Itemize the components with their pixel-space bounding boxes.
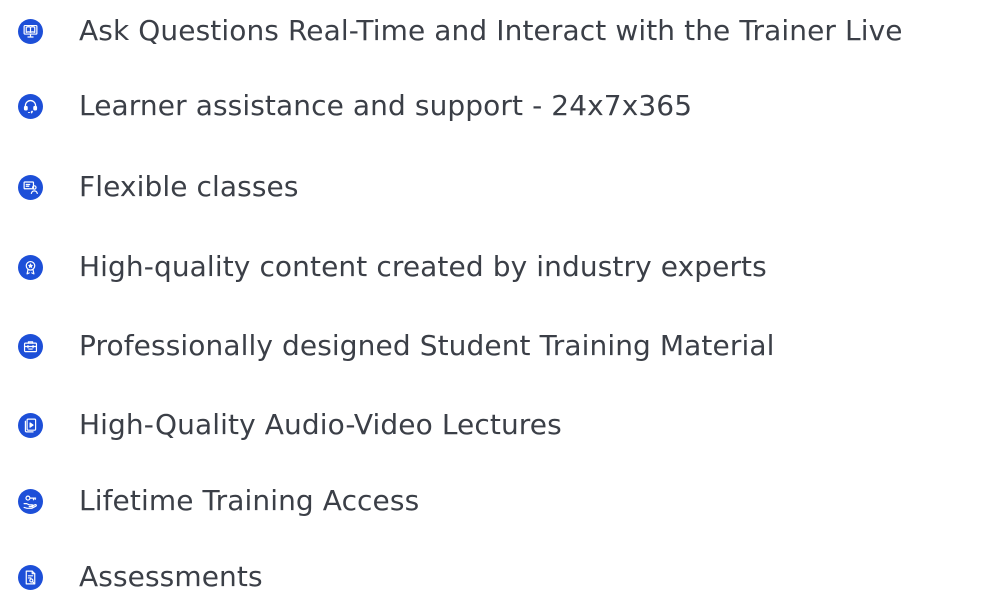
feature-label: Flexible classes [79, 170, 299, 203]
list-item: High-quality content created by industry… [18, 247, 767, 287]
headset-247-icon [18, 93, 43, 119]
list-item: Lifetime Training Access [18, 481, 419, 521]
assessment-document-icon [18, 564, 43, 590]
list-item: Professionally designed Student Training… [18, 326, 774, 366]
feature-label: High-Quality Audio-Video Lectures [79, 408, 562, 441]
list-item: Learner assistance and support - 24x7x36… [18, 86, 692, 126]
toolbox-icon [18, 333, 43, 359]
list-item: Assessments [18, 557, 263, 597]
online-class-icon [18, 174, 43, 200]
feature-label: Ask Questions Real-Time and Interact wit… [79, 14, 903, 47]
feature-label: Learner assistance and support - 24x7x36… [79, 89, 693, 122]
feature-label: Lifetime Training Access [79, 484, 420, 517]
feature-label: Professionally designed Student Training… [79, 329, 775, 362]
features-list: Ask Questions Real-Time and Interact wit… [0, 0, 996, 595]
list-item: High-Quality Audio-Video Lectures [18, 405, 562, 445]
video-lectures-icon [18, 412, 43, 438]
feature-label: Assessments [79, 560, 263, 593]
list-item: Ask Questions Real-Time and Interact wit… [18, 11, 903, 51]
key-hand-icon [18, 488, 43, 514]
monitor-book-icon [18, 18, 43, 44]
list-item: Flexible classes [18, 167, 299, 207]
award-badge-icon [18, 254, 43, 280]
feature-label: High-quality content created by industry… [79, 250, 767, 283]
